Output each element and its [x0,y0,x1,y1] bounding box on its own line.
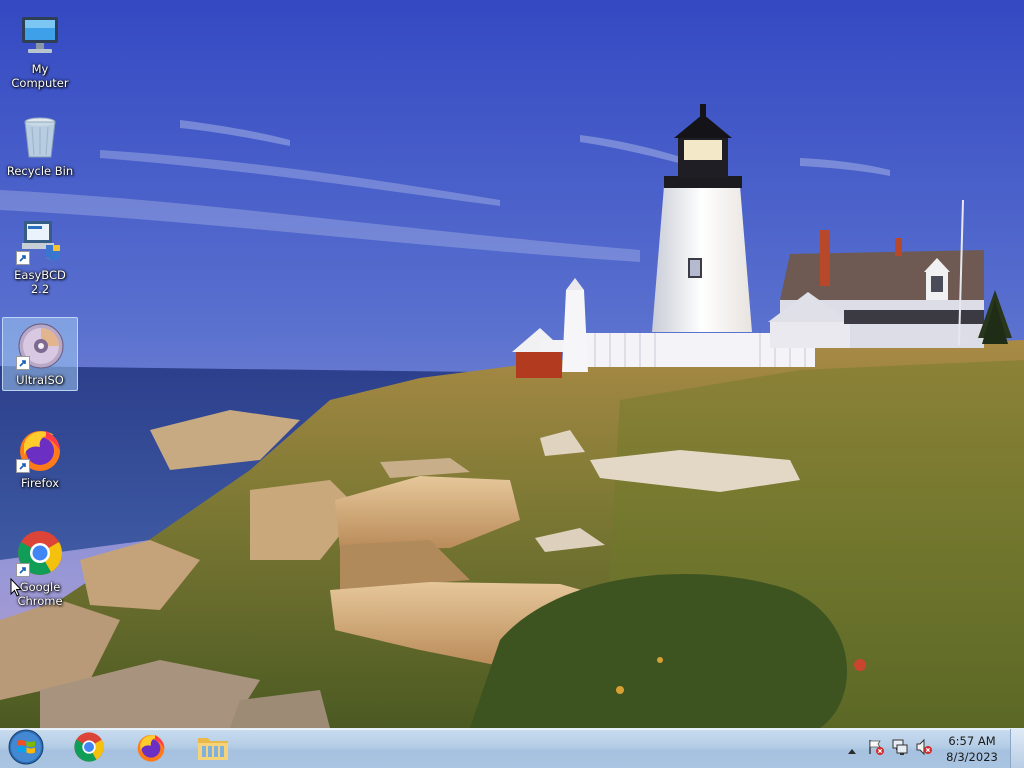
desktop-icon-label: Firefox [20,476,60,490]
action-center-flag-icon [867,738,885,760]
desktop-icon-label: UltraISO [16,373,64,387]
shortcut-arrow-icon [16,251,30,265]
firefox-icon [135,731,167,767]
show-desktop-button[interactable] [1010,729,1024,768]
desktop-icon-google-chrome[interactable]: Google Chrome [2,524,78,612]
lighthouse-landscape [0,0,1024,728]
desktop-icon-easybcd[interactable]: EasyBCD 2.2 [2,212,78,300]
file-explorer-icon [196,732,230,766]
desktop-icon-ultraiso[interactable]: UltraISO [2,317,78,391]
volume-button[interactable] [912,729,936,768]
network-button[interactable] [888,729,912,768]
desktop-icon-label: Recycle Bin [6,164,74,178]
clock-time: 6:57 AM [948,734,996,748]
recycle-bin-icon [16,113,64,161]
desktop-icon-label: My Computer [11,62,69,90]
windows-start-icon [7,728,45,768]
desktop-icon-my-computer[interactable]: My Computer [2,6,78,94]
shortcut-arrow-icon [16,459,30,473]
taskbar-firefox-button[interactable] [123,731,179,767]
action-center-button[interactable] [864,729,888,768]
chrome-icon [16,529,64,577]
computer-icon [16,11,64,59]
desktop-icon-area: My Computer Recycle Bin EasyBCD 2.2 Ultr… [0,0,80,728]
system-tray: 6:57 AM 8/3/2023 [840,729,1024,768]
desktop-icon-firefox[interactable]: Firefox [2,420,78,494]
ultraiso-disc-icon [16,322,64,370]
desktop-icon-label: EasyBCD 2.2 [14,268,66,296]
shortcut-arrow-icon [16,356,30,370]
network-icon [891,738,909,760]
desktop-wallpaper [0,0,1024,728]
taskbar-clock[interactable]: 6:57 AM 8/3/2023 [936,729,1008,768]
firefox-icon [16,425,64,473]
show-hidden-icons-icon [847,740,857,759]
taskbar-chrome-button[interactable] [61,731,117,767]
shortcut-arrow-icon [16,563,30,577]
taskbar-file-explorer-button[interactable] [185,731,241,767]
mouse-cursor-icon [10,578,22,597]
show-hidden-icons-button[interactable] [840,729,864,768]
taskbar: 6:57 AM 8/3/2023 [0,728,1024,768]
volume-muted-icon [915,738,933,760]
desktop-icon-recycle-bin[interactable]: Recycle Bin [2,108,78,182]
start-button[interactable] [6,728,46,768]
chrome-icon [73,731,105,767]
clock-date: 8/3/2023 [946,750,998,764]
easybcd-icon [16,217,64,265]
